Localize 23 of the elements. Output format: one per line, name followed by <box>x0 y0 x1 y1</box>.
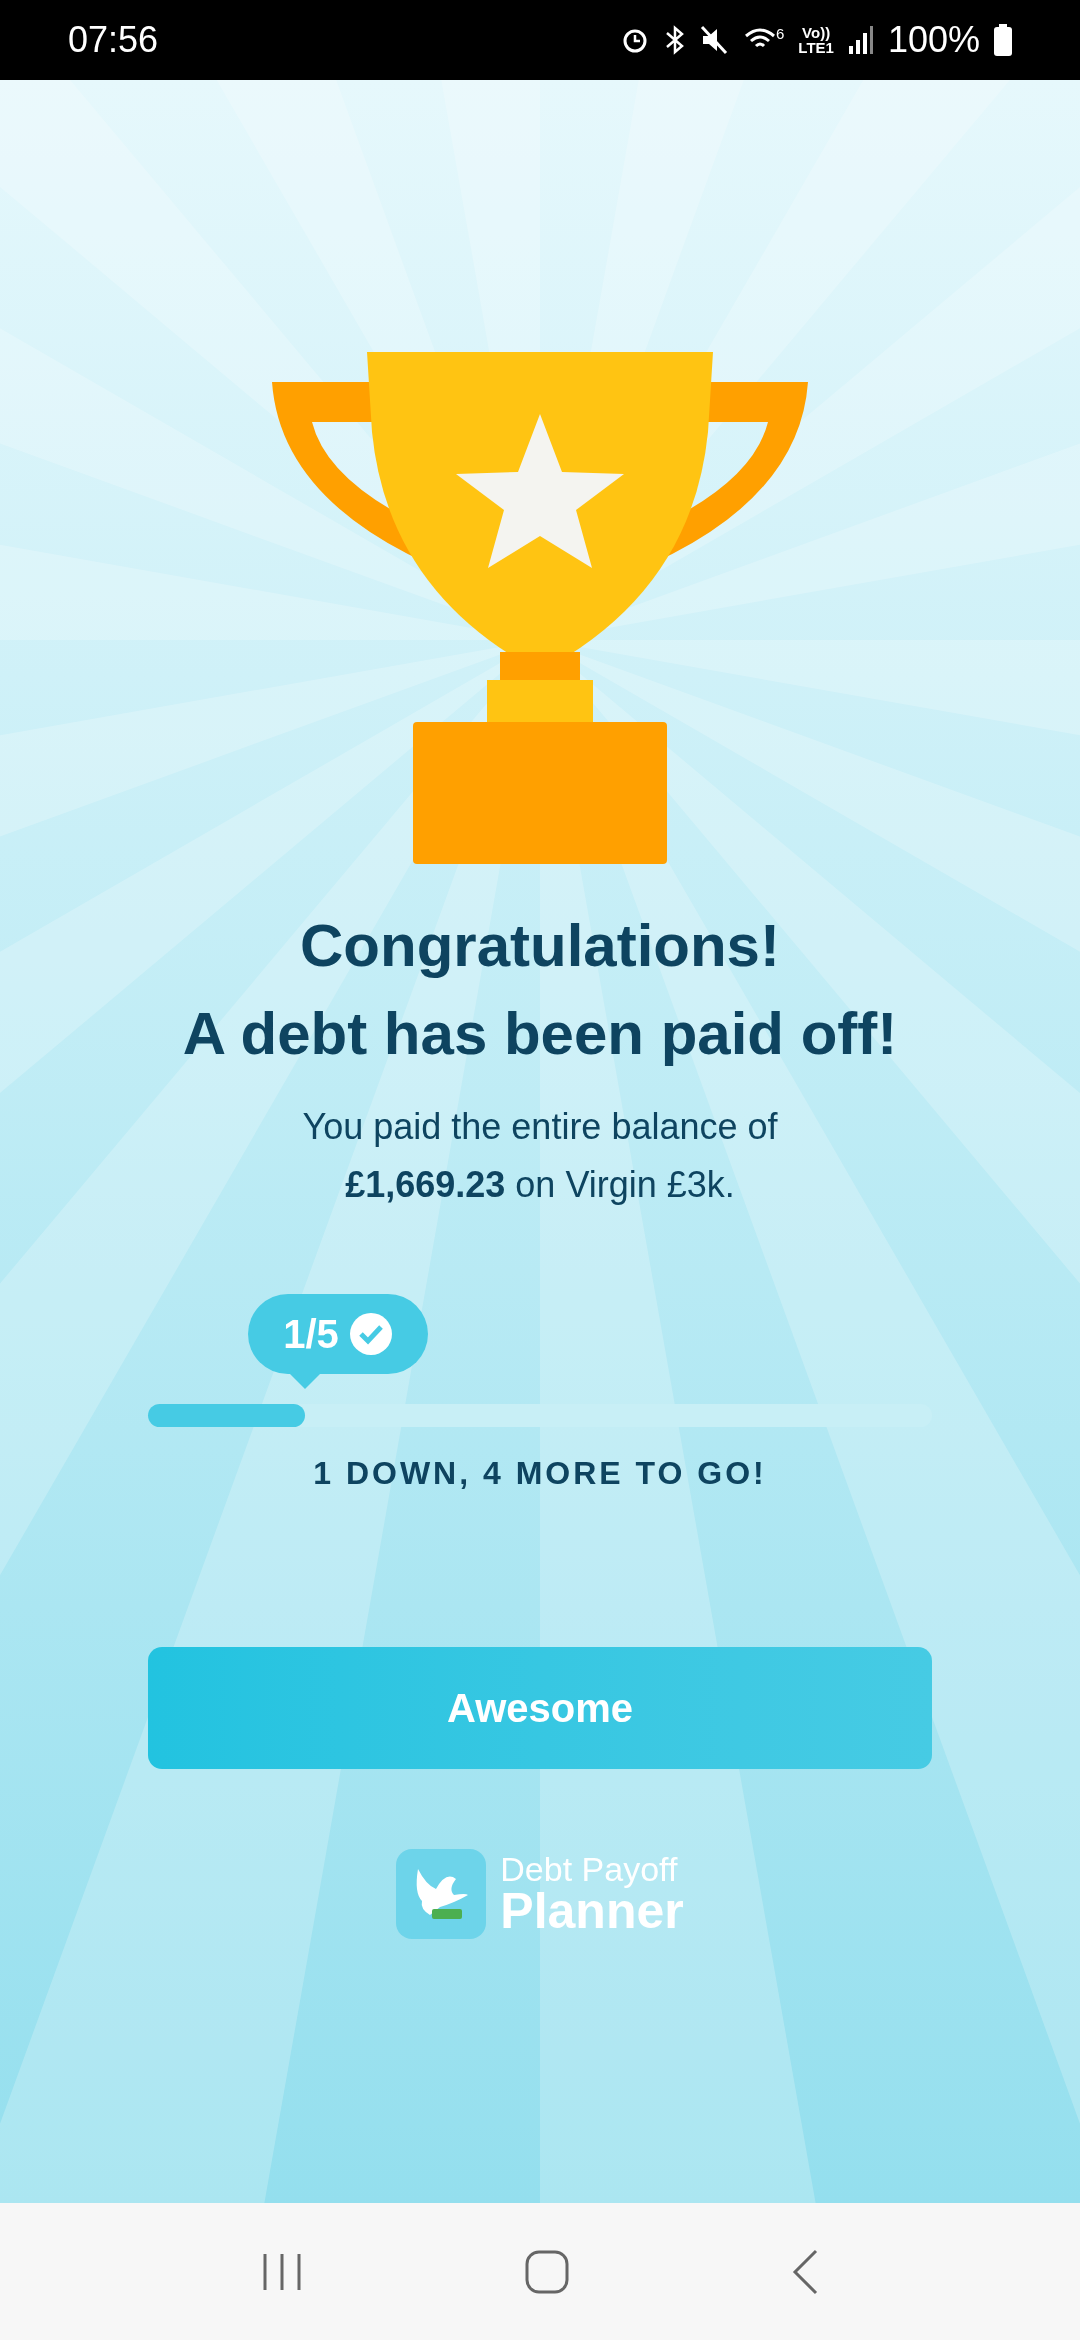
logo-subtitle: Debt Payoff <box>500 1852 679 1886</box>
battery-icon <box>994 24 1012 56</box>
home-icon[interactable] <box>525 2249 569 2294</box>
wifi-badge-label: 6 <box>776 26 785 41</box>
payment-message: You paid the entire balance of £1,669.23 on Virgin £3k. <box>301 1105 779 1207</box>
mute-icon <box>700 25 730 55</box>
progress-badge: 1/5 <box>248 1294 428 1374</box>
back-icon[interactable] <box>791 2248 819 2295</box>
network-label: LTE1 <box>798 40 834 55</box>
bluetooth-icon <box>664 25 686 55</box>
awesome-button[interactable]: Awesome <box>148 1647 932 1769</box>
badge-pointer <box>289 1373 321 1389</box>
recent-apps-icon[interactable] <box>261 2251 303 2292</box>
check-circle-icon <box>348 1312 393 1356</box>
battery-percent: 100% <box>887 18 980 62</box>
clock-time: 07:56 <box>68 18 159 62</box>
congratulations-title: Congratulations! <box>300 911 780 981</box>
dove-logo-icon <box>396 1849 487 1939</box>
progress-caption: 1 DOWN, 4 MORE TO GO! <box>312 1454 768 1493</box>
trophy-icon <box>272 352 808 864</box>
signal-icon <box>847 26 874 54</box>
volte-label: Vo)) <box>802 25 831 40</box>
congratulations-title: A debt has been paid off! <box>182 999 898 1069</box>
